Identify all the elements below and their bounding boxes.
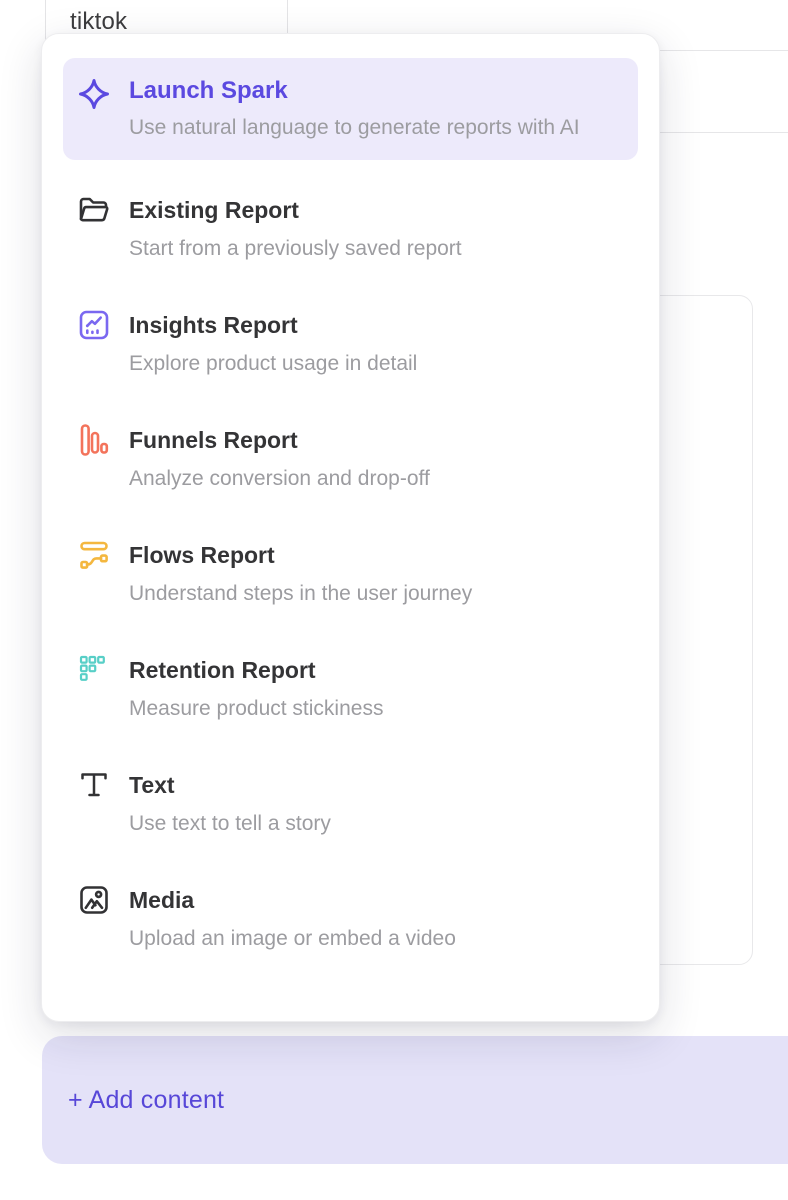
- menu-item-launch-spark[interactable]: Launch Spark Use natural language to gen…: [63, 58, 638, 160]
- menu-item-insights-report[interactable]: Insights Report Explore product usage in…: [76, 307, 659, 379]
- background-table-border-left: [45, 0, 46, 40]
- menu-item-title: Existing Report: [129, 192, 462, 228]
- sparkle-icon: [76, 76, 112, 112]
- text-icon: [76, 767, 112, 803]
- menu-item-title: Insights Report: [129, 307, 417, 343]
- menu-item-title: Launch Spark: [129, 76, 580, 106]
- media-image-icon: [76, 882, 112, 918]
- menu-item-title: Media: [129, 882, 456, 918]
- menu-item-title: Retention Report: [129, 652, 383, 688]
- menu-item-retention-report[interactable]: Retention Report Measure product stickin…: [76, 652, 659, 724]
- background-row-divider-top: [652, 50, 788, 51]
- menu-item-flows-report[interactable]: Flows Report Understand steps in the use…: [76, 537, 659, 609]
- menu-item-text[interactable]: Text Use text to tell a story: [76, 767, 659, 839]
- funnel-bars-icon: [76, 422, 112, 458]
- menu-item-media[interactable]: Media Upload an image or embed a video: [76, 882, 659, 954]
- menu-item-description: Start from a previously saved report: [129, 234, 462, 264]
- insights-chart-icon: [76, 307, 112, 343]
- add-content-menu: Launch Spark Use natural language to gen…: [41, 33, 660, 1022]
- add-content-button[interactable]: + Add content: [42, 1036, 788, 1164]
- menu-item-description: Use text to tell a story: [129, 809, 331, 839]
- background-cell-text: tiktok: [70, 8, 127, 36]
- menu-item-title: Flows Report: [129, 537, 472, 573]
- menu-item-title: Funnels Report: [129, 422, 430, 458]
- featured-icon-box: [76, 76, 112, 112]
- menu-item-title: Text: [129, 767, 331, 803]
- flows-icon: [76, 537, 112, 573]
- menu-item-description: Use natural language to generate reports…: [129, 112, 580, 144]
- retention-grid-icon: [76, 652, 112, 688]
- add-content-label: + Add content: [68, 1086, 224, 1115]
- menu-item-funnels-report[interactable]: Funnels Report Analyze conversion and dr…: [76, 422, 659, 494]
- menu-item-description: Analyze conversion and drop-off: [129, 464, 430, 494]
- menu-item-description: Explore product usage in detail: [129, 349, 417, 379]
- menu-item-description: Measure product stickiness: [129, 694, 383, 724]
- folder-open-icon: [76, 192, 112, 228]
- menu-item-list: Existing Report Start from a previously …: [42, 192, 659, 954]
- menu-item-existing-report[interactable]: Existing Report Start from a previously …: [76, 192, 659, 264]
- background-row-divider-bottom: [652, 132, 788, 133]
- menu-item-description: Understand steps in the user journey: [129, 579, 472, 609]
- menu-item-description: Upload an image or embed a video: [129, 924, 456, 954]
